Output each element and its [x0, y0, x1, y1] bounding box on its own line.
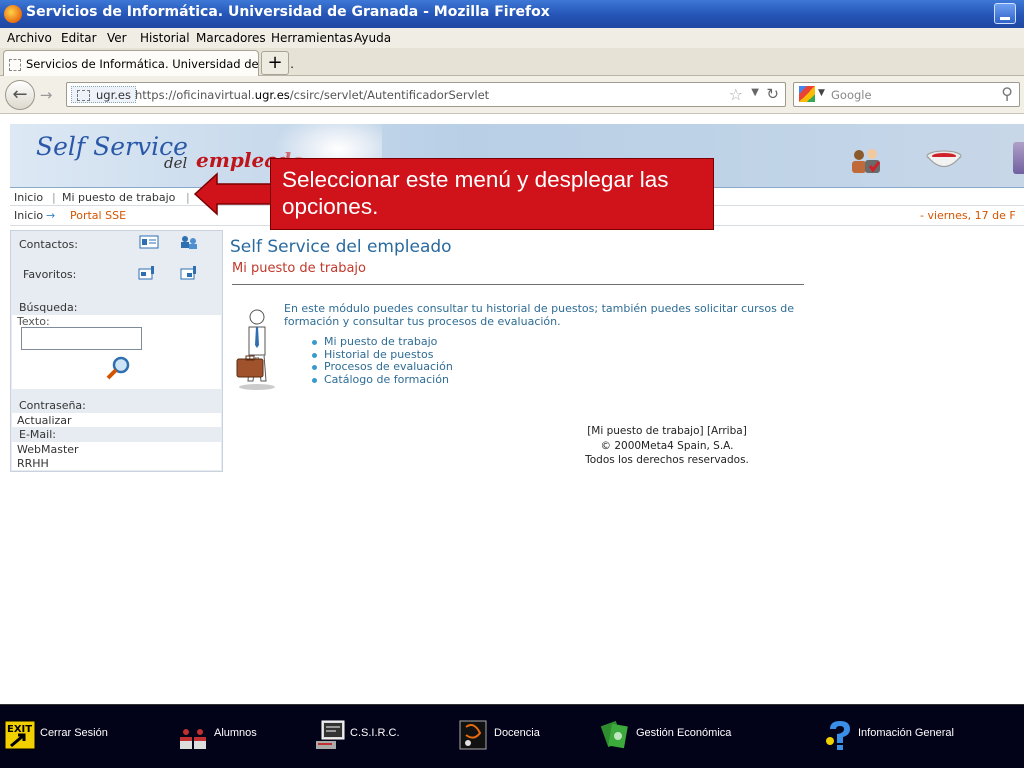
nav-separator-2: |: [186, 191, 190, 204]
taskbar-label-csirc: C.S.I.R.C.: [350, 727, 400, 739]
url-bar[interactable]: ugr.es https://oficinavirtual.ugr.es/csi…: [66, 82, 786, 107]
taskbar-label-docencia: Docencia: [494, 727, 540, 739]
nav-mi-puesto-de-trabajo[interactable]: Mi puesto de trabajo: [62, 191, 175, 204]
module-description: En este módulo puedes consultar tu histo…: [284, 302, 795, 328]
page-title: Self Service del empleado: [230, 237, 452, 257]
svg-text:EXIT: EXIT: [7, 724, 32, 735]
taskbar-docencia[interactable]: Docencia: [458, 715, 558, 759]
contact-card-icon[interactable]: [139, 235, 159, 249]
taskbar-gestion-economica[interactable]: Gestión Económica: [600, 715, 760, 759]
banner-logo-del: del: [164, 154, 188, 172]
page-footer: [Mi puesto de trabajo] [Arriba] © 2000Me…: [550, 424, 784, 468]
search-placeholder: Google: [831, 88, 872, 102]
menu-archivo[interactable]: Archivo: [7, 31, 52, 45]
sidebar-actualizar-link[interactable]: Actualizar: [17, 414, 72, 427]
footer-copyright: © 2000Meta4 Spain, S.A.: [600, 439, 734, 452]
sidebar-busqueda-label: Búsqueda:: [19, 301, 78, 314]
main-area: Self Service del empleado Mi puesto de t…: [230, 234, 1024, 534]
url-text: https://oficinavirtual.ugr.es/csirc/serv…: [135, 88, 490, 102]
document-icon[interactable]: [1013, 142, 1024, 174]
menu-editar[interactable]: Editar: [61, 31, 97, 45]
people-icon[interactable]: [848, 146, 884, 174]
taskbar-alumnos[interactable]: Alumnos: [178, 715, 278, 759]
site-identity-badge[interactable]: ugr.es: [71, 86, 136, 103]
favorite-manage-icon[interactable]: [179, 266, 199, 280]
page-favicon-icon: [9, 59, 21, 71]
navigation-bar: ← → ugr.es https://oficinavirtual.ugr.es…: [0, 76, 1024, 114]
nav-separator: |: [52, 191, 56, 204]
teaching-icon: [459, 720, 487, 750]
menu-historial[interactable]: Historial: [140, 31, 190, 45]
businessman-icon: [236, 309, 275, 390]
sidebar-webmaster-link[interactable]: WebMaster: [17, 443, 79, 456]
taskbar-label-alumnos: Alumnos: [214, 727, 257, 739]
window-titlebar: Servicios de Informática. Universidad de…: [0, 0, 1024, 28]
forward-button[interactable]: →: [36, 85, 56, 105]
sidebar-contactos-label: Contactos:: [19, 238, 78, 251]
search-bar[interactable]: ▼ Google ⚲: [793, 82, 1020, 107]
breadcrumb-current[interactable]: Portal SSE: [70, 209, 126, 222]
sidebar-rrhh-link[interactable]: RRHH: [17, 457, 49, 470]
sidebar: Contactos: Favoritos: Búsqueda: Texto: C…: [10, 230, 223, 472]
taskbar-csirc[interactable]: C.S.I.R.C.: [314, 715, 414, 759]
search-icon[interactable]: ⚲: [1001, 84, 1013, 103]
page-content: Self Service del empleado Inicio | Mi pu…: [0, 114, 1024, 704]
menu-bar: Archivo Editar Ver Historial Marcadores …: [0, 28, 1024, 48]
annotation-arrow-icon: [193, 172, 272, 216]
new-tab-button[interactable]: +: [261, 51, 289, 75]
nav-inicio[interactable]: Inicio: [14, 191, 43, 204]
computer-icon: [316, 720, 345, 749]
taskbar-cerrar-sesion[interactable]: EXIT Cerrar Sesión: [4, 715, 124, 759]
taskbar-informacion-general[interactable]: Infomación General: [822, 715, 982, 759]
exit-icon: EXIT: [4, 720, 36, 750]
page-subtitle: Mi puesto de trabajo: [232, 261, 366, 276]
bottom-taskbar: EXIT Cerrar Sesión Alumnos C.S.I.R.C. Do…: [0, 704, 1024, 768]
minimize-button[interactable]: [994, 3, 1016, 24]
google-engine-icon[interactable]: [799, 86, 815, 102]
sidebar-contrasena-label: Contraseña:: [19, 399, 86, 412]
menu-marcadores[interactable]: Marcadores: [196, 31, 266, 45]
module-link-list: Mi puesto de trabajo Historial de puesto…: [310, 335, 453, 387]
info-icon: [826, 721, 850, 750]
firefox-logo-icon: [4, 5, 22, 23]
link-procesos-de-evaluacion[interactable]: Procesos de evaluación: [310, 360, 453, 374]
favorite-add-icon[interactable]: [137, 266, 157, 280]
sidebar-email-label: E-Mail:: [19, 428, 56, 441]
tab-ugr[interactable]: Servicios de Informática. Universidad de…: [3, 50, 294, 76]
sidebar-favoritos-label: Favoritos:: [23, 268, 77, 281]
back-button[interactable]: ←: [5, 80, 35, 110]
footer-links[interactable]: [Mi puesto de trabajo] [Arriba]: [550, 424, 784, 439]
breadcrumb-home[interactable]: Inicio: [14, 209, 43, 222]
contacts-group-icon[interactable]: [179, 235, 199, 249]
link-mi-puesto-de-trabajo[interactable]: Mi puesto de trabajo: [310, 335, 453, 349]
bookmark-star-icon[interactable]: ☆: [729, 85, 743, 104]
window-title: Servicios de Informática. Universidad de…: [26, 4, 550, 20]
divider: [232, 284, 804, 285]
tab-bar: Servicios de Informática. Universidad de…: [0, 48, 1024, 76]
menu-ver[interactable]: Ver: [107, 31, 127, 45]
breadcrumb-arrow-icon: →: [46, 209, 56, 222]
url-dropdown-icon[interactable]: ▼: [751, 87, 759, 98]
reload-icon[interactable]: ↻: [766, 85, 779, 103]
taskbar-label-gestion-economica: Gestión Económica: [636, 727, 732, 739]
students-icon: [180, 729, 206, 749]
taskbar-label-informacion-general: Infomación General: [858, 727, 954, 739]
taskbar-label-cerrar-sesion: Cerrar Sesión: [40, 727, 108, 739]
sidebar-search-input[interactable]: [21, 327, 142, 350]
menu-ayuda[interactable]: Ayuda: [354, 31, 391, 45]
annotation-callout: Seleccionar este menú y desplegar las op…: [270, 158, 714, 230]
menu-herramientas[interactable]: Herramientas: [271, 31, 353, 45]
date-text: - viernes, 17 de F: [920, 209, 1016, 222]
footer-rights: Todos los derechos reservados.: [585, 454, 749, 466]
link-catalogo-de-formacion[interactable]: Catálogo de formación: [310, 373, 453, 387]
tab-label: Servicios de Informática. Universidad de…: [26, 57, 294, 71]
money-icon: [600, 720, 628, 749]
search-icon[interactable]: [105, 355, 131, 381]
bowl-icon[interactable]: [924, 146, 964, 174]
engine-dropdown-icon[interactable]: ▼: [818, 88, 825, 98]
